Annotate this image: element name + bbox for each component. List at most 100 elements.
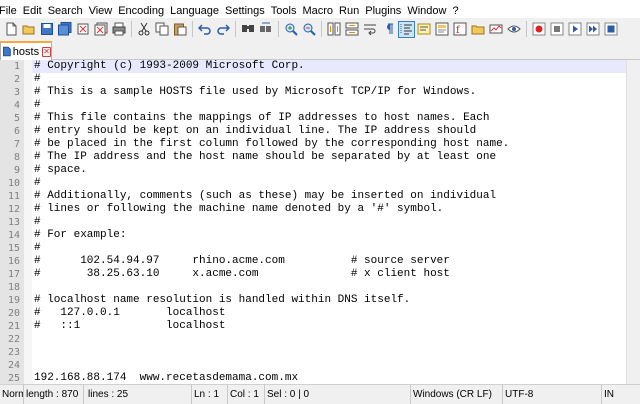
code-line[interactable]: 17 # 38.25.63.10 x.acme.com # x client ho… [8, 268, 626, 281]
code-line[interactable]: 12 # lines or following the machine name … [8, 203, 626, 216]
line-text[interactable]: # entry should be kept on an individual … [34, 125, 476, 138]
line-number: 7 [13, 139, 20, 150]
paste-icon[interactable] [172, 21, 189, 38]
line-text[interactable]: # localhost name resolution is handled w… [34, 294, 410, 307]
code-line[interactable]: 18 [8, 281, 626, 294]
undo-icon[interactable] [197, 21, 214, 38]
zoom-in-icon[interactable] [283, 21, 300, 38]
function-list-icon[interactable]: f [452, 21, 469, 38]
line-number: 21 [7, 321, 20, 332]
code-line[interactable]: 10 # [8, 177, 626, 190]
line-text[interactable]: # 127.0.0.1 localhost [34, 307, 225, 320]
code-line[interactable]: 3 # This is a sample HOSTS file used by M… [14, 86, 626, 99]
toolbar-separator [526, 21, 527, 37]
line-text[interactable]: # For example: [34, 229, 126, 242]
copy-icon[interactable] [154, 21, 171, 38]
run-macro-multiple-icon[interactable] [585, 21, 602, 38]
code-line[interactable]: 23 [8, 346, 626, 359]
vertical-scrollbar[interactable] [626, 60, 640, 384]
code-line[interactable]: 6 # entry should be kept on an individual… [14, 125, 626, 138]
sync-horizontal-icon[interactable] [344, 21, 361, 38]
close-all-icon[interactable] [93, 21, 110, 38]
code-line[interactable]: 1 # Copyright (c) 1993-2009 Microsoft Cor… [14, 60, 626, 73]
line-text[interactable]: # be placed in the first column followed… [34, 138, 509, 151]
eye-icon[interactable] [506, 21, 523, 38]
find-icon[interactable] [240, 21, 257, 38]
word-wrap-icon[interactable] [362, 21, 379, 38]
cut-icon[interactable] [136, 21, 153, 38]
code-line[interactable]: 4 # [14, 99, 626, 112]
code-line[interactable]: 25 192.168.88.174 www.recetasdemama.com.m… [8, 372, 626, 384]
code-line[interactable]: 14 # For example: [8, 229, 626, 242]
line-text[interactable]: # lines or following the machine name de… [34, 203, 443, 216]
indent-guide-icon[interactable] [397, 20, 415, 38]
code-line[interactable]: 22 [8, 333, 626, 346]
line-number: 3 [13, 87, 20, 98]
toolbar-separator [321, 21, 322, 37]
code-line[interactable]: 9 # space. [14, 164, 626, 177]
status-encoding[interactable]: UTF-8 [503, 385, 602, 404]
stop-macro-icon[interactable] [549, 21, 566, 38]
fold-margin [24, 60, 32, 384]
tab-hosts[interactable]: hosts ✕ [0, 41, 52, 60]
status-eol-format[interactable]: Windows (CR LF) [411, 385, 503, 404]
tab-close-icon[interactable]: ✕ [42, 46, 51, 57]
line-text[interactable]: # space. [34, 164, 87, 177]
line-text[interactable]: # Additionally, comments (such as these)… [34, 190, 496, 203]
code-line[interactable]: 24 [8, 359, 626, 372]
line-text[interactable]: # [34, 99, 41, 112]
save-macro-icon[interactable] [603, 21, 620, 38]
editor[interactable]: 1 # Copyright (c) 1993-2009 Microsoft Cor… [0, 60, 640, 384]
code-line[interactable]: 13 # [8, 216, 626, 229]
save-icon[interactable] [39, 21, 56, 38]
code-line[interactable]: 15 # [8, 242, 626, 255]
line-number: 17 [7, 269, 20, 280]
monitoring-icon[interactable] [488, 21, 505, 38]
code-line[interactable]: 16 # 102.54.94.97 rhino.acme.com # source… [8, 255, 626, 268]
code-line[interactable]: 20 # 127.0.0.1 localhost [8, 307, 626, 320]
show-all-characters-icon[interactable] [380, 21, 397, 38]
code-line[interactable]: 21 # ::1 localhost [8, 320, 626, 333]
save-all-icon[interactable] [57, 21, 74, 38]
line-text[interactable]: # [34, 177, 41, 190]
line-text[interactable]: # This is a sample HOSTS file used by Mi… [34, 86, 476, 99]
document-map-icon[interactable] [434, 21, 451, 38]
line-number: 24 [7, 360, 20, 371]
sync-vertical-icon[interactable] [326, 21, 343, 38]
line-text[interactable]: # 102.54.94.97 rhino.acme.com # source s… [34, 255, 450, 268]
toolbar-separator [235, 21, 236, 37]
zoom-out-icon[interactable] [301, 21, 318, 38]
line-text[interactable]: # [34, 73, 41, 86]
line-text[interactable]: # ::1 localhost [34, 320, 225, 333]
new-file-icon[interactable] [3, 21, 20, 38]
status-selection: Sel : 0 | 0 [265, 385, 411, 404]
open-file-icon[interactable] [21, 21, 38, 38]
record-macro-icon[interactable] [531, 21, 548, 38]
line-number: 1 [13, 61, 20, 72]
line-text[interactable]: # Copyright (c) 1993-2009 Microsoft Corp… [34, 60, 305, 73]
line-number: 25 [7, 373, 20, 384]
line-text[interactable]: # This file contains the mappings of IP … [34, 112, 489, 125]
line-text[interactable]: 192.168.88.174 www.recetasdemama.com.mx [34, 372, 298, 384]
replace-icon[interactable] [258, 21, 275, 38]
line-text[interactable]: # [34, 242, 41, 255]
code-line[interactable]: 8 # The IP address and the host name shou… [14, 151, 626, 164]
user-language-icon[interactable] [416, 21, 433, 38]
code-line[interactable]: 7 # be placed in the first column followe… [14, 138, 626, 151]
line-text[interactable]: # [34, 216, 41, 229]
close-file-icon[interactable] [75, 21, 92, 38]
line-text[interactable]: # The IP address and the host name shoul… [34, 151, 496, 164]
folder-workspace-icon[interactable] [470, 21, 487, 38]
line-number: 8 [13, 152, 20, 163]
redo-icon[interactable] [215, 21, 232, 38]
play-macro-icon[interactable] [567, 21, 584, 38]
toolbar: f [0, 18, 640, 40]
code-line[interactable]: 5 # This file contains the mappings of IP… [14, 112, 626, 125]
code-line[interactable]: 11 # Additionally, comments (such as thes… [8, 190, 626, 203]
code-line[interactable]: 19 # localhost name resolution is handled… [8, 294, 626, 307]
status-insert-mode[interactable]: IN [602, 385, 640, 404]
tab-bar: hosts ✕ [0, 40, 640, 60]
print-icon[interactable] [111, 21, 128, 38]
line-text[interactable]: # 38.25.63.10 x.acme.com # x client host [34, 268, 450, 281]
code-line[interactable]: 2 # [14, 73, 626, 86]
